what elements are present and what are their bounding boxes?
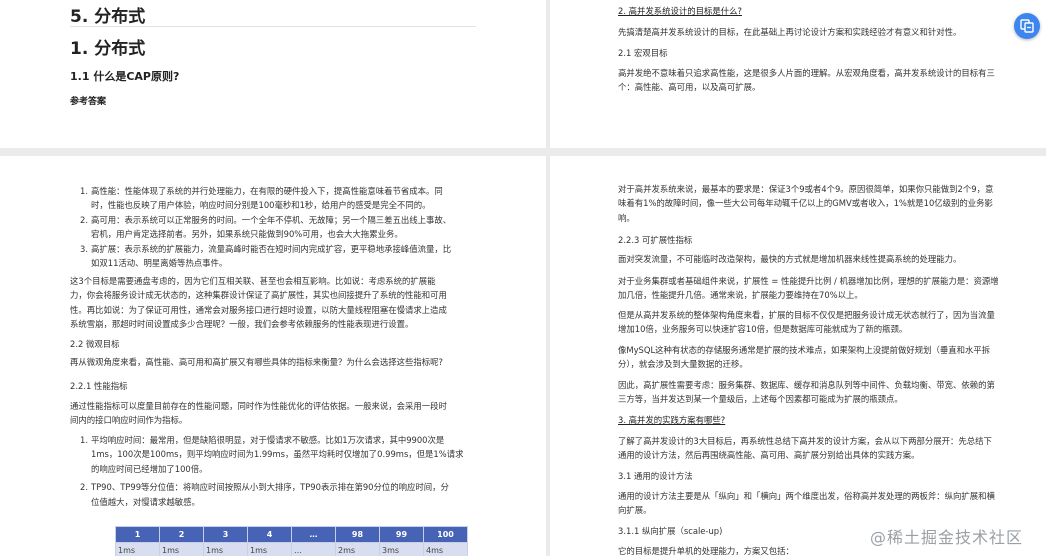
pdf-page-4: 对于高并发系统来说，最基本的要求是：保证3个9或者4个9。原因很简单，如果你只能… [550,156,1046,556]
paragraph: 但是从高并发系统的整体架构角度来看，扩展的目标不仅仅是把服务设计成无状态就行了，… [618,310,995,335]
paragraph: 通过性能指标可以度量目前存在的性能问题，同时作为性能优化的评估依据。一般来说，会… [70,401,447,426]
heading-cap: 1.1 什么是CAP原则? [70,70,180,83]
list-item: 2. 高可用：表示系统可以正常服务的时间。一个全年不停机、无故障；另一个隔三差五… [80,214,452,240]
pdf-page-2: 2. 高并发系统设计的目标是什么? 先搞清楚高并发系统设计的目标，在此基础上再讨… [550,0,1046,148]
heading-scalability-metrics: 2.2.3 可扩展性指标 [618,235,693,245]
percentile-table: 1 2 3 4 … 98 99 100 1ms 1ms 1ms 1ms … 2m… [115,526,468,556]
question-2: 2. 高并发系统设计的目标是什么? [618,6,742,16]
heading-section-1: 1. 分布式 [70,39,146,59]
paragraph: 因此，高扩展性需要考虑：服务集群、数据库、缓存和消息队列等中间件、负载均衡、带宽… [618,380,995,405]
question-3: 3. 高并发的实践方案有哪些? [618,415,726,425]
paragraph: 这3个目标是需要通盘考虑的，因为它们互相关联、甚至也会相互影响。比如说：考虑系统… [70,276,447,330]
paragraph: 面对突发流量，不可能临时改造架构，最快的方式就是增加机器来线性提高系统的处理能力… [618,254,962,264]
list-item: 2. TP90、TP99等分位值：将响应时间按照从小到大排序，TP90表示排在第… [80,482,449,507]
heading-micro-goal: 2.2 微观目标 [70,339,120,349]
paragraph: 了解了高并发设计的3大目标后，再系统性总结下高并发的设计方案，会从以下两部分展开… [618,436,992,461]
translate-icon [1020,19,1034,33]
heading-scale-up: 3.1.1 纵向扩展（scale-up) [618,526,723,536]
divider [70,26,476,27]
heading-performance-metrics: 2.2.1 性能指标 [70,381,128,391]
heading-chapter-5: 5. 分布式 [70,7,146,27]
paragraph: 对于高并发系统来说，最基本的要求是：保证3个9或者4个9。原因很简单，如果你只能… [618,184,994,223]
paragraph: 先搞清楚高并发系统设计的目标，在此基础上再讨论设计方案和实践经验才有意义和针对性… [618,27,962,37]
table-header-row: 1 2 3 4 … 98 99 100 [115,526,468,543]
list-item: 1. 高性能：性能体现了系统的并行处理能力，在有限的硬件投入下，提高性能意味着节… [80,186,443,211]
list-item: 3. 高扩展：表示系统的扩展能力，流量高峰时能否在短时间内完成扩容，更平稳地承接… [80,243,452,269]
heading-macro-goal: 2.1 宏观目标 [618,48,668,58]
paragraph-line: 个：高性能、高可用，以及高可扩展。 [618,82,761,92]
paragraph: 像MySQL这种有状态的存储服务通常是扩展的技术难点，如果架构上没提前做好规划（… [618,345,991,370]
goals-list: 1. 高性能：性能体现了系统的并行处理能力，在有限的硬件投入下，提高性能意味着节… [80,184,480,270]
metrics-list: 1. 平均响应时间：最常用，但是缺陷很明显，对于慢请求不敏感。比如1万次请求，其… [80,433,490,509]
paragraph: 通用的设计方法主要是从「纵向」和「横向」两个维度出发，俗称高并发处理的两板斧：纵… [618,491,995,516]
paragraph: 它的目标是提升单机的处理能力，方案又包括： [618,546,794,556]
translate-float-button[interactable] [1014,13,1040,39]
paragraph: 对于业务集群或者基础组件来说，扩展性 = 性能提升比例 / 机器增加比例，理想的… [618,276,999,301]
pdf-page-3: 1. 高性能：性能体现了系统的并行处理能力，在有限的硬件投入下，提高性能意味着节… [0,156,546,556]
watermark: @稀土掘金技术社区 [870,528,1024,547]
pdf-page-1: 5. 分布式 1. 分布式 1.1 什么是CAP原则? 参考答案 [0,0,546,148]
list-item: 1. 平均响应时间：最常用，但是缺陷很明显，对于慢请求不敏感。比如1万次请求，其… [80,435,464,474]
paragraph: 再从微观角度来看，高性能、高可用和高扩展又有哪些具体的指标来衡量？为什么会选择这… [70,357,443,367]
paragraph-line: 高并发绝不意味着只追求高性能，这是很多人片面的理解。从宏观角度看，高并发系统设计… [618,68,995,78]
heading-general-design: 3.1 通用的设计方法 [618,471,693,481]
table-row: 1ms 1ms 1ms 1ms … 2ms 3ms 4ms [115,542,468,556]
reference-answer-label: 参考答案 [70,97,107,107]
